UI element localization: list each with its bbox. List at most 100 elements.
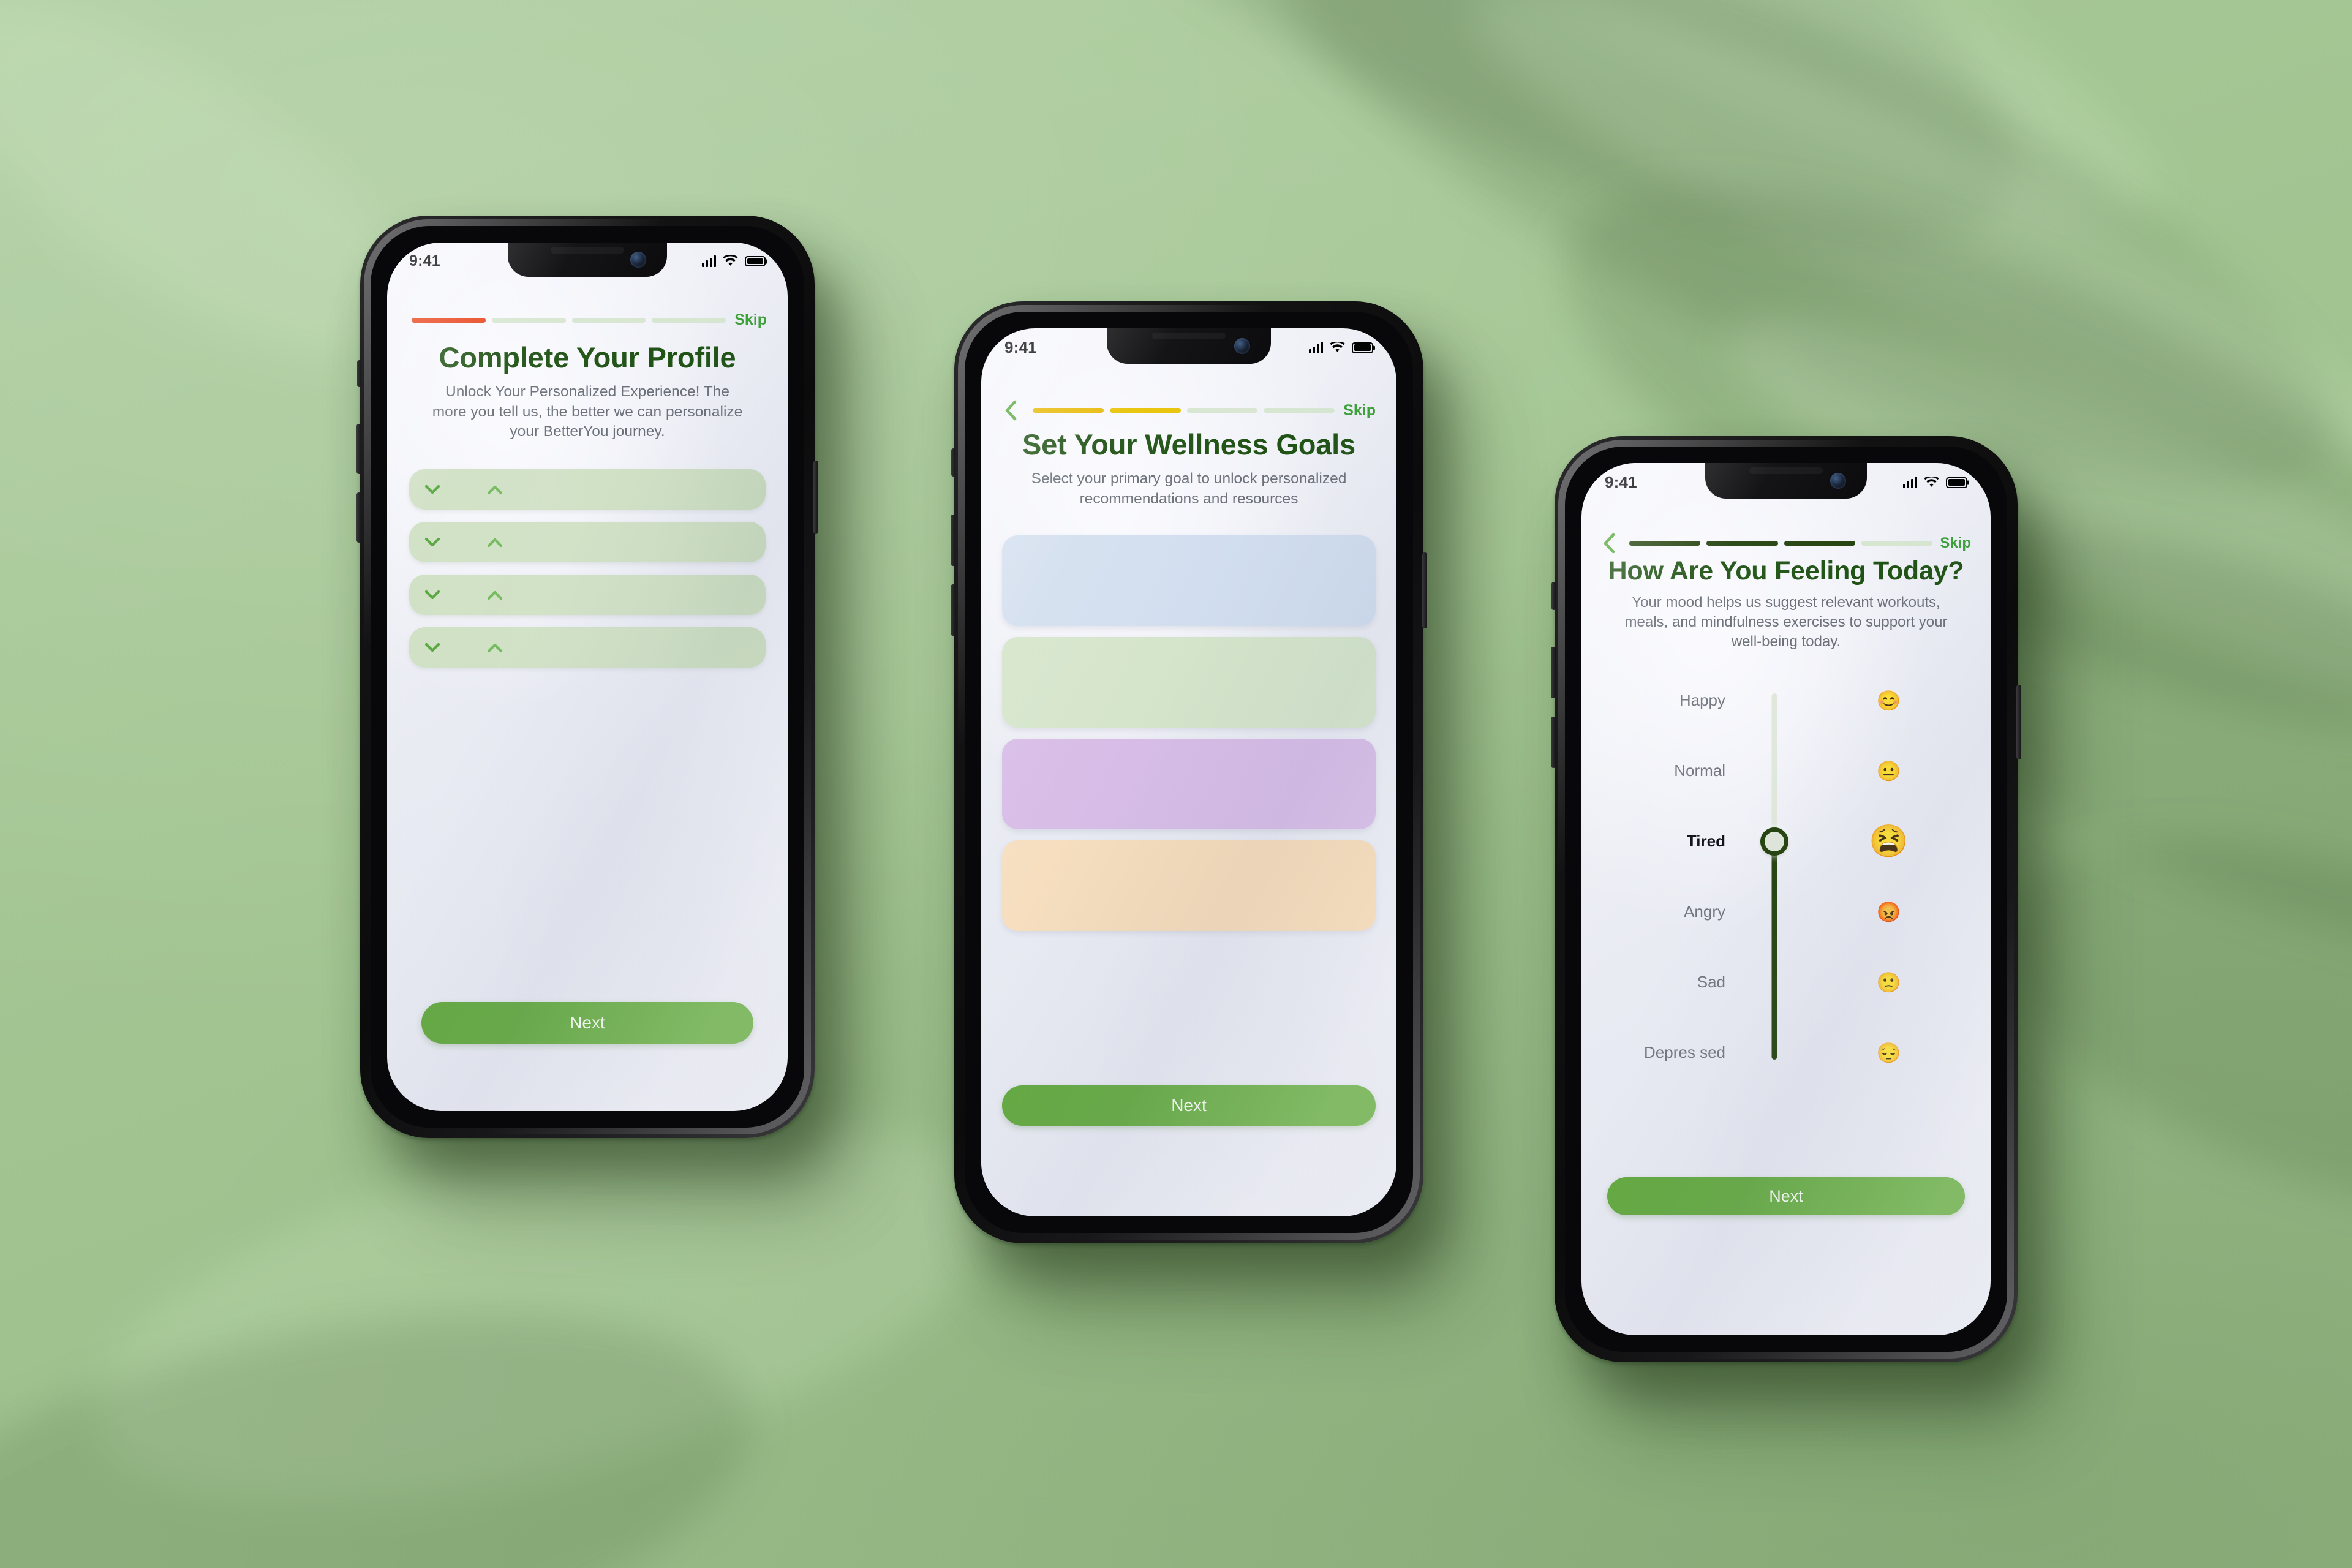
next-button-2[interactable]: Next bbox=[1002, 1085, 1376, 1126]
slider-fill-3 bbox=[1771, 841, 1777, 1060]
profile-field-row[interactable] bbox=[409, 627, 766, 668]
wifi-icon-3 bbox=[1924, 477, 1939, 487]
progress-row-1: Skip bbox=[412, 311, 767, 329]
skip-button-2[interactable]: Skip bbox=[1343, 402, 1376, 420]
phone-bezel-3: 9:41 Skip How Are You Feeling Today? You… bbox=[1565, 447, 2007, 1352]
progress-row-2: Skip bbox=[997, 397, 1376, 424]
status-bar-1: 9:41 bbox=[387, 252, 788, 270]
mood-slider-track-3[interactable] bbox=[1738, 665, 1811, 1088]
progress-segment-1 bbox=[1629, 541, 1701, 546]
volume-up-2[interactable] bbox=[951, 514, 956, 566]
status-bar-2: 9:41 bbox=[981, 338, 1396, 357]
mood-emoji-normal[interactable]: 😐 bbox=[1811, 736, 1966, 806]
volume-down-2[interactable] bbox=[951, 584, 956, 636]
mood-label-depres-sed[interactable]: Depres sed bbox=[1606, 1017, 1738, 1088]
progress-segment-1 bbox=[412, 317, 486, 323]
mood-emoji-sad[interactable]: 🙁 bbox=[1811, 947, 1966, 1017]
stepper-increment-icon[interactable] bbox=[483, 484, 507, 495]
status-time-2: 9:41 bbox=[1005, 338, 1037, 356]
page-title-3: How Are You Feeling Today? bbox=[1608, 556, 1964, 586]
mood-emoji-happy[interactable]: 😊 bbox=[1811, 665, 1966, 736]
power-button-2[interactable] bbox=[1422, 552, 1427, 628]
volume-down-1[interactable] bbox=[356, 492, 361, 543]
progress-segment-4 bbox=[652, 317, 726, 323]
silent-switch-2[interactable] bbox=[951, 448, 956, 477]
mood-emoji-angry[interactable]: 😡 bbox=[1811, 876, 1966, 947]
progress-segment-3 bbox=[571, 317, 646, 323]
silent-switch-1[interactable] bbox=[357, 360, 361, 387]
mood-emoji-tired[interactable]: 😫 bbox=[1811, 806, 1966, 876]
mood-emoji-depres-sed[interactable]: 😔 bbox=[1811, 1017, 1966, 1088]
chevron-left-icon-2 bbox=[1005, 400, 1017, 421]
phone-bezel-1: 9:41 Skip Complete Your Profile Unlock Y… bbox=[371, 226, 804, 1128]
next-button-1[interactable]: Next bbox=[421, 1002, 753, 1044]
mood-label-tired[interactable]: Tired bbox=[1606, 806, 1738, 876]
goal-card-nutrition[interactable] bbox=[1002, 637, 1376, 728]
stepper-decrement-icon[interactable] bbox=[420, 643, 445, 653]
phone-mockup-1: 9:41 Skip Complete Your Profile Unlock Y… bbox=[356, 216, 818, 1138]
wifi-icon-1 bbox=[723, 255, 738, 266]
mood-label-angry[interactable]: Angry bbox=[1606, 876, 1738, 947]
mood-label-sad[interactable]: Sad bbox=[1606, 947, 1738, 1017]
goal-cards-2 bbox=[1002, 535, 1376, 931]
slider-handle-3[interactable] bbox=[1760, 827, 1789, 856]
slider-rail-3 bbox=[1771, 693, 1777, 842]
cellular-bars-icon-3 bbox=[1902, 477, 1917, 488]
battery-icon-1 bbox=[745, 256, 766, 266]
battery-icon-2 bbox=[1352, 342, 1373, 353]
stepper-increment-icon[interactable] bbox=[483, 537, 507, 548]
page-title-2: Set Your Wellness Goals bbox=[1022, 428, 1355, 461]
goal-card-balanced-approach[interactable] bbox=[1002, 840, 1376, 931]
phone-bezel-2: 9:41 Skip Set Your Wellness Goals Select… bbox=[965, 312, 1413, 1233]
skip-button-3[interactable]: Skip bbox=[1940, 535, 1971, 552]
volume-up-3[interactable] bbox=[1551, 647, 1556, 698]
mood-slider-3: Happy Normal Tired Angry Sad Depres sed 😊 😐 😫 😡 🙁… bbox=[1606, 665, 1966, 1088]
mood-emoji-column-3: 😊 😐 😫 😡 🙁 😔 bbox=[1811, 665, 1966, 1088]
phone-mockup-2: 9:41 Skip Set Your Wellness Goals Select… bbox=[951, 301, 1427, 1243]
status-bar-3: 9:41 bbox=[1581, 473, 1991, 492]
progress-segment-4 bbox=[1264, 408, 1335, 413]
progress-segments-2 bbox=[1024, 408, 1343, 413]
stepper-increment-icon[interactable] bbox=[483, 643, 507, 653]
profile-fields-1 bbox=[409, 469, 766, 668]
page-subtitle-1: Unlock Your Personalized Experience! The… bbox=[432, 383, 743, 440]
next-button-3[interactable]: Next bbox=[1607, 1177, 1965, 1215]
profile-field-row[interactable] bbox=[409, 522, 766, 562]
progress-segment-3 bbox=[1186, 408, 1258, 413]
back-button-3[interactable] bbox=[1596, 530, 1622, 556]
mood-label-column-3: Happy Normal Tired Angry Sad Depres sed bbox=[1606, 665, 1738, 1088]
stepper-decrement-icon[interactable] bbox=[420, 590, 445, 600]
power-button-3[interactable] bbox=[2016, 685, 2021, 760]
phone-screen-2: 9:41 Skip Set Your Wellness Goals Select… bbox=[981, 328, 1396, 1216]
phone-mockup-3: 9:41 Skip How Are You Feeling Today? You… bbox=[1551, 436, 2021, 1362]
power-button-1[interactable] bbox=[813, 461, 818, 534]
cellular-bars-icon-1 bbox=[701, 255, 716, 267]
skip-button-1[interactable]: Skip bbox=[734, 311, 767, 329]
goal-card-fitness[interactable] bbox=[1002, 535, 1376, 626]
stepper-decrement-icon[interactable] bbox=[420, 484, 445, 495]
wifi-icon-2 bbox=[1330, 342, 1345, 352]
profile-field-row[interactable] bbox=[409, 469, 766, 510]
volume-up-1[interactable] bbox=[356, 424, 361, 474]
cellular-bars-icon-2 bbox=[1308, 342, 1323, 353]
mood-label-normal[interactable]: Normal bbox=[1606, 736, 1738, 806]
back-button-2[interactable] bbox=[997, 397, 1024, 424]
progress-segment-3 bbox=[1784, 541, 1855, 546]
silent-switch-3[interactable] bbox=[1551, 582, 1556, 610]
volume-down-3[interactable] bbox=[1551, 717, 1556, 768]
chevron-left-icon-3 bbox=[1604, 533, 1615, 554]
phone-screen-3: 9:41 Skip How Are You Feeling Today? You… bbox=[1581, 463, 1991, 1335]
stepper-increment-icon[interactable] bbox=[483, 590, 507, 600]
mood-label-happy[interactable]: Happy bbox=[1606, 665, 1738, 736]
goal-card-mental-wellbeing[interactable] bbox=[1002, 739, 1376, 829]
status-time-3: 9:41 bbox=[1605, 473, 1637, 491]
progress-segment-4 bbox=[1861, 541, 1933, 546]
progress-row-3: Skip bbox=[1596, 530, 1971, 556]
progress-segment-2 bbox=[491, 317, 566, 323]
progress-segment-2 bbox=[1109, 408, 1181, 413]
progress-segments-3 bbox=[1622, 541, 1940, 546]
profile-field-row[interactable] bbox=[409, 575, 766, 615]
stepper-decrement-icon[interactable] bbox=[420, 537, 445, 548]
page-subtitle-2: Select your primary goal to unlock perso… bbox=[1031, 470, 1347, 507]
progress-segment-2 bbox=[1706, 541, 1778, 546]
